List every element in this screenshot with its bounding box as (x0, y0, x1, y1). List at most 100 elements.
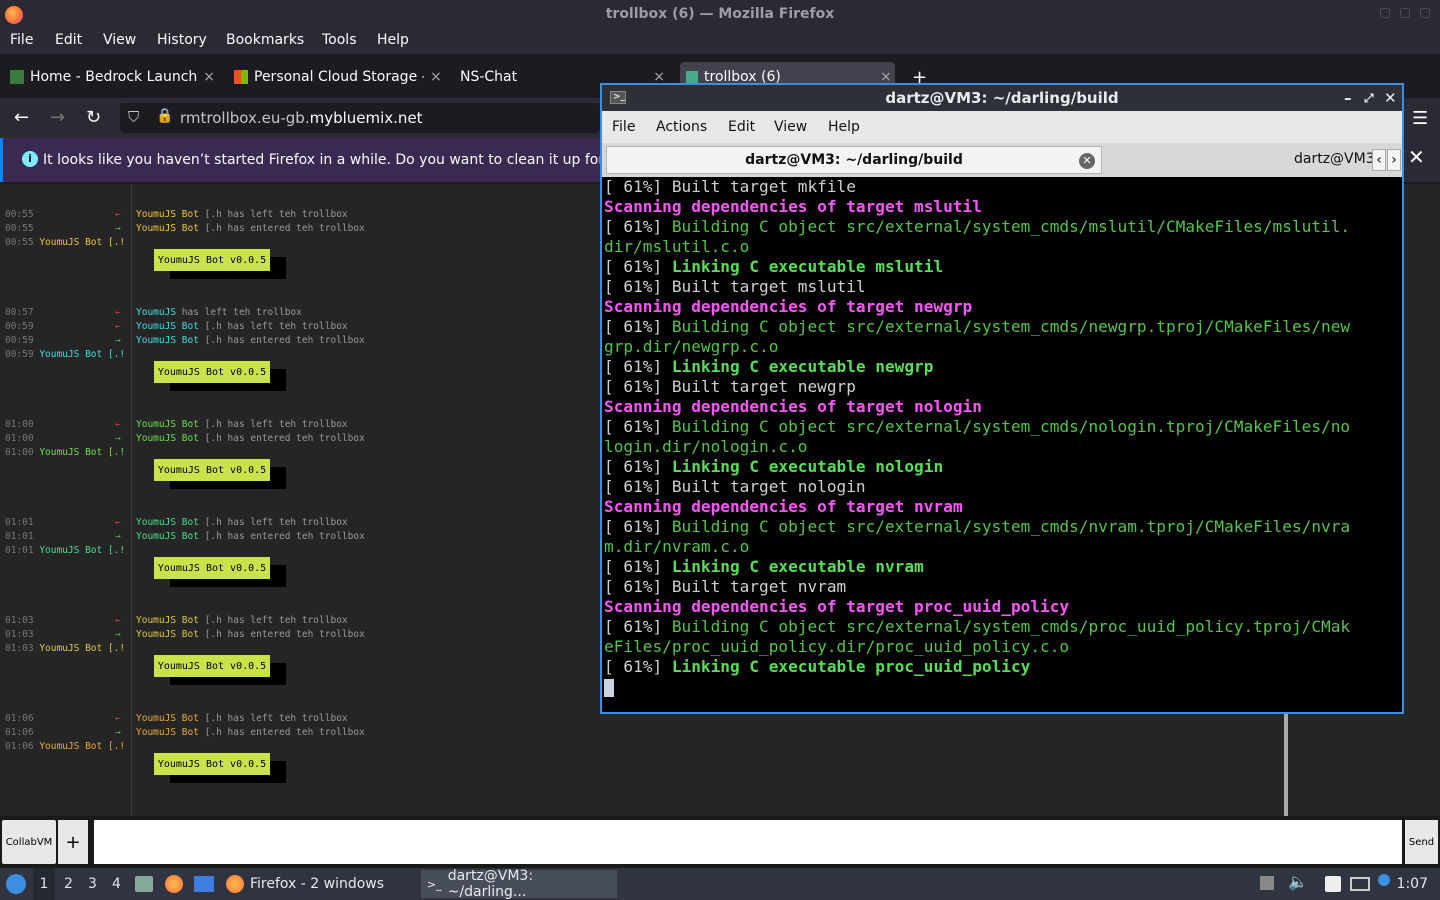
tray-eject-icon[interactable] (1260, 876, 1274, 890)
chat-username[interactable]: YoumuJS Bot [.h has entered teh trollbox (136, 629, 365, 640)
terminal-line: Scanning dependencies of target newgrp (604, 297, 1400, 317)
reload-icon[interactable]: ↻ (86, 107, 101, 128)
shield-icon[interactable]: ⛉ (128, 108, 139, 126)
terminal-maximize-icon[interactable]: ⤢ (1364, 85, 1374, 111)
chat-username[interactable]: YoumuJS Bot [.h has left teh trollbox (136, 615, 348, 626)
terminal-line: [ 61%] Built target nologin (604, 477, 1400, 497)
chat-speaker[interactable]: YoumuJS Bot [.! (34, 545, 125, 556)
terminal-line: [ 61%] Linking C executable newgrp (604, 357, 1400, 377)
hamburger-menu-icon[interactable]: ☰ (1412, 108, 1428, 129)
volume-icon[interactable]: 🔈 (1288, 872, 1308, 891)
chat-speaker[interactable]: YoumuJS Bot [.! (34, 349, 125, 360)
file-manager-icon[interactable] (135, 876, 153, 892)
menu-file[interactable]: File (10, 32, 33, 48)
clipboard-icon[interactable] (1325, 876, 1341, 892)
terminal-line: [ 61%] Building C object src/external/sy… (604, 617, 1400, 637)
leave-arrow-icon: ← (115, 209, 121, 220)
terminal-line: [ 61%] Building C object src/external/sy… (604, 517, 1400, 537)
tab-close-icon[interactable]: × (203, 69, 215, 85)
enter-arrow-icon: → (115, 727, 121, 738)
maximize-button[interactable] (1400, 8, 1410, 18)
close-button[interactable] (1420, 8, 1430, 18)
message-input[interactable] (94, 820, 1402, 864)
chat-speaker[interactable]: YoumuJS Bot [.! (34, 643, 125, 654)
chat-event-text: [.h has entered teh trollbox (198, 531, 365, 542)
terminal-tab-active[interactable]: dartz@VM3: ~/darling/build ✕ (606, 146, 1102, 174)
chat-username[interactable]: YoumuJS Bot [.h has entered teh trollbox (136, 433, 365, 444)
taskbar-terminal[interactable]: >_ dartz@VM3: ~/darling... (421, 868, 617, 900)
add-button[interactable]: + (58, 820, 88, 864)
chat-username[interactable]: YoumuJS Bot [.h has entered teh trollbox (136, 223, 365, 234)
forward-arrow-icon[interactable]: → (50, 107, 65, 128)
chat-speaker[interactable]: YoumuJS Bot [.! (34, 447, 125, 458)
menu-view[interactable]: View (103, 32, 136, 48)
lock-icon[interactable]: 🔒 (156, 108, 173, 124)
chat-username[interactable]: YoumuJS has left teh trollbox (136, 307, 302, 318)
menu-tools[interactable]: Tools (322, 32, 357, 48)
terminal-menu-view[interactable]: View (774, 119, 807, 135)
start-menu-icon[interactable] (6, 874, 26, 894)
back-arrow-icon[interactable]: ← (14, 107, 29, 128)
window-title: trollbox (6) — Mozilla Firefox (605, 6, 835, 22)
chat-event-line: 00:55 ← YoumuJS Bot [.h has left teh troll… (5, 209, 348, 220)
chat-username[interactable]: YoumuJS Bot [.h has left teh trollbox (136, 713, 348, 724)
workspace-2[interactable]: 2 (64, 876, 73, 892)
minimize-button[interactable] (1380, 8, 1390, 18)
collabvm-button[interactable]: CollabVM (2, 820, 56, 864)
workspace-4[interactable]: 4 (112, 876, 121, 892)
chat-event-text: [.h has left teh trollbox (198, 713, 348, 724)
notification-close-icon[interactable]: ✕ (1408, 145, 1425, 169)
terminal-text: [ 61%] (604, 657, 672, 676)
terminal-tab-other[interactable]: dartz@VM3: (1294, 151, 1374, 167)
scrollbar[interactable] (1284, 714, 1288, 816)
terminal-output[interactable]: [ 61%] Built target mkfile Scanning depen… (604, 177, 1400, 712)
chat-event-text: [.h has entered teh trollbox (198, 433, 365, 444)
terminal-text: Scanning dependencies of target nvram (604, 497, 963, 516)
chat-username[interactable]: YoumuJS Bot [.h has left teh trollbox (136, 209, 348, 220)
notification-icon[interactable] (1378, 874, 1390, 886)
chat-username[interactable]: YoumuJS Bot [.h has entered teh trollbox (136, 727, 365, 738)
workspace-1[interactable]: 1 (33, 868, 55, 900)
chat-speaker[interactable]: YoumuJS Bot [.! (34, 237, 125, 248)
terminal-text: [ 61%] (604, 317, 672, 336)
chat-message-line: 01:03 YoumuJS Bot [.! (5, 643, 125, 654)
network-icon[interactable] (1350, 877, 1370, 891)
terminal-menu-edit[interactable]: Edit (728, 119, 755, 135)
chat-username[interactable]: YoumuJS Bot [.h has entered teh trollbox (136, 531, 365, 542)
chat-username[interactable]: YoumuJS Bot [.h has left teh trollbox (136, 419, 348, 430)
menu-edit[interactable]: Edit (55, 32, 82, 48)
taskbar-firefox[interactable]: Firefox - 2 windows (220, 870, 416, 898)
terminal-close-icon[interactable]: ✕ (1384, 85, 1397, 111)
firefox-launcher-icon[interactable] (165, 875, 183, 893)
desktop-icon[interactable] (194, 876, 214, 892)
send-button[interactable]: Send (1405, 820, 1438, 864)
chat-username[interactable]: YoumuJS Bot [.h has left teh trollbox (136, 321, 348, 332)
chat-speaker[interactable]: YoumuJS Bot [.! (34, 741, 125, 752)
terminal-text: Scanning dependencies of target mslutil (604, 197, 982, 216)
terminal-text: Linking C executable mslutil (671, 257, 944, 276)
terminal-tab-close-icon[interactable]: ✕ (1079, 153, 1095, 169)
tab-close-icon[interactable]: × (430, 69, 442, 85)
menu-history[interactable]: History (157, 32, 207, 48)
chat-event-text: [.h has entered teh trollbox (198, 223, 365, 234)
terminal-minimize-icon[interactable]: – (1344, 85, 1352, 111)
workspace-3[interactable]: 3 (88, 876, 97, 892)
url-bar[interactable]: ⛉ 🔒 rmtrollbox.eu-gb. mybluemix.net (120, 103, 600, 133)
tab-scroll-right-icon[interactable]: › (1387, 149, 1401, 171)
terminal-text: Linking C executable proc_uuid_policy (671, 657, 1031, 676)
chat-timestamp: 01:06 (5, 713, 34, 724)
chat-username[interactable]: YoumuJS Bot [.h has left teh trollbox (136, 517, 348, 528)
chat-event-line: 00:59 → YoumuJS Bot [.h has entered teh tr… (5, 335, 365, 346)
tab-cloud-storage[interactable]: Personal Cloud Storage - × (234, 62, 444, 92)
menu-help[interactable]: Help (377, 32, 409, 48)
terminal-menu-file[interactable]: File (612, 119, 635, 135)
terminal-menu-actions[interactable]: Actions (656, 119, 707, 135)
chat-event-text: [.h has left teh trollbox (198, 419, 348, 430)
terminal-menu-help[interactable]: Help (828, 119, 860, 135)
tab-scroll-left-icon[interactable]: ‹ (1372, 149, 1386, 171)
menu-bookmarks[interactable]: Bookmarks (226, 32, 304, 48)
tab-bedrock[interactable]: Home - Bedrock Launche × (10, 62, 215, 92)
terminal-menubar: File Actions Edit View Help (602, 111, 1402, 143)
chat-event-line: 01:06 → YoumuJS Bot [.h has entered teh tr… (5, 727, 365, 738)
chat-username[interactable]: YoumuJS Bot [.h has entered teh trollbox (136, 335, 365, 346)
